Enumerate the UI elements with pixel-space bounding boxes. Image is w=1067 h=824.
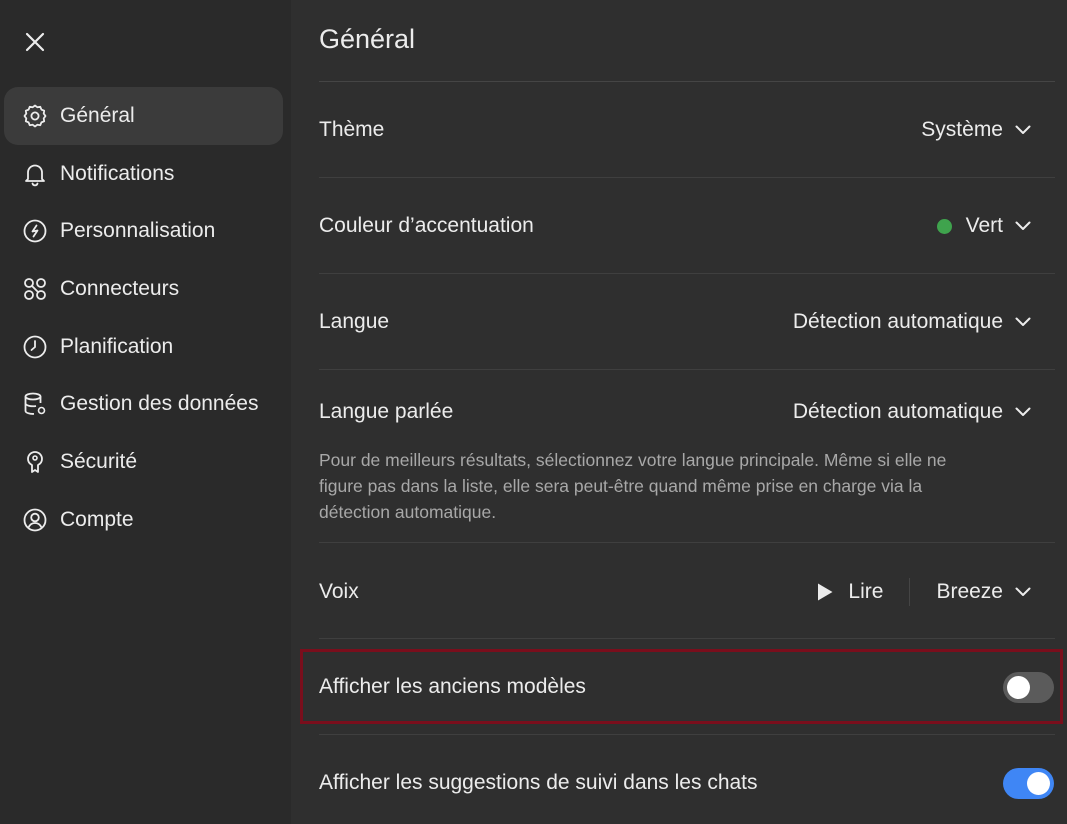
accent-value: Vert	[965, 214, 1003, 237]
divider	[319, 177, 1055, 178]
spoken-language-row: Langue parlée Détection automatique	[319, 388, 1055, 436]
personalization-icon	[22, 218, 48, 244]
play-voice-button[interactable]: Lire	[816, 580, 883, 604]
sidebar: Général Notifications Personnalisation C…	[0, 0, 291, 824]
accent-select[interactable]: Vert	[936, 214, 1055, 238]
voice-row: Voix Lire Breeze	[319, 568, 1055, 616]
sidebar-item-general[interactable]: Général	[4, 87, 283, 145]
voice-value: Breeze	[936, 580, 1003, 603]
highlight-box	[300, 649, 1063, 724]
divider	[319, 369, 1055, 370]
theme-label: Thème	[319, 118, 385, 141]
accent-color-dot	[936, 218, 952, 234]
connectors-icon	[22, 276, 48, 302]
sidebar-item-scheduling[interactable]: Planification	[4, 318, 283, 376]
language-select[interactable]: Détection automatique	[793, 310, 1055, 334]
bell-icon	[22, 161, 48, 187]
voice-label: Voix	[319, 580, 359, 603]
play-label: Lire	[848, 580, 884, 603]
voice-controls: Lire Breeze	[816, 578, 1055, 606]
follow-up-suggestions-toggle[interactable]	[1003, 767, 1054, 799]
sidebar-item-label: Compte	[60, 507, 134, 531]
sidebar-item-notifications[interactable]: Notifications	[4, 145, 283, 203]
title-divider	[319, 81, 1055, 82]
divider	[319, 734, 1055, 735]
spoken-language-value: Détection automatique	[792, 400, 1003, 423]
page-title: Général	[319, 24, 416, 54]
theme-row: Thème Système	[319, 106, 1055, 154]
user-circle-icon	[22, 507, 48, 533]
sidebar-item-label: Planification	[60, 334, 174, 358]
spoken-language-description: Pour de meilleurs résultats, sélectionne…	[319, 450, 947, 522]
chevron-down-icon	[1015, 125, 1031, 134]
theme-select[interactable]: Système	[921, 118, 1055, 142]
sidebar-item-data-management[interactable]: Gestion des données	[4, 375, 283, 433]
close-icon	[25, 32, 45, 52]
key-icon	[22, 449, 48, 475]
sidebar-item-label: Notifications	[60, 161, 175, 185]
sidebar-item-label: Gestion des données	[60, 392, 259, 416]
sidebar-item-label: Connecteurs	[60, 276, 180, 300]
chevron-down-icon	[1015, 317, 1031, 326]
toggle-knob	[1027, 771, 1050, 795]
sidebar-item-personalization[interactable]: Personnalisation	[4, 202, 283, 260]
follow-up-suggestions-row: Afficher les suggestions de suivi dans l…	[319, 759, 1055, 807]
sidebar-nav: Général Notifications Personnalisation C…	[4, 87, 283, 549]
chevron-down-icon	[1015, 587, 1031, 596]
sidebar-item-label: Général	[60, 103, 135, 127]
divider	[319, 638, 1055, 639]
sidebar-item-account[interactable]: Compte	[4, 491, 283, 549]
language-value: Détection automatique	[792, 310, 1003, 333]
database-icon	[22, 391, 48, 417]
chevron-down-icon	[1015, 407, 1031, 416]
gear-icon	[22, 103, 48, 129]
language-label: Langue	[319, 310, 390, 333]
language-row: Langue Détection automatique	[319, 298, 1055, 346]
sidebar-item-label: Personnalisation	[60, 219, 216, 243]
sidebar-item-security[interactable]: Sécurité	[4, 433, 283, 491]
theme-value: Système	[921, 118, 1003, 141]
divider	[319, 542, 1055, 543]
spoken-language-select[interactable]: Détection automatique	[793, 400, 1055, 424]
spoken-language-label: Langue parlée	[319, 400, 454, 423]
voice-select[interactable]: Breeze	[936, 580, 1055, 604]
close-button[interactable]	[20, 27, 50, 57]
accent-row: Couleur d’accentuation Vert	[319, 202, 1055, 250]
play-icon	[818, 583, 833, 601]
sidebar-item-connectors[interactable]: Connecteurs	[4, 260, 283, 318]
sidebar-item-label: Sécurité	[60, 449, 138, 473]
accent-label: Couleur d’accentuation	[319, 214, 534, 237]
voice-separator	[909, 578, 911, 606]
divider	[319, 273, 1055, 274]
chevron-down-icon	[1015, 221, 1031, 230]
follow-up-suggestions-label: Afficher les suggestions de suivi dans l…	[319, 771, 758, 794]
clock-icon	[22, 334, 48, 360]
